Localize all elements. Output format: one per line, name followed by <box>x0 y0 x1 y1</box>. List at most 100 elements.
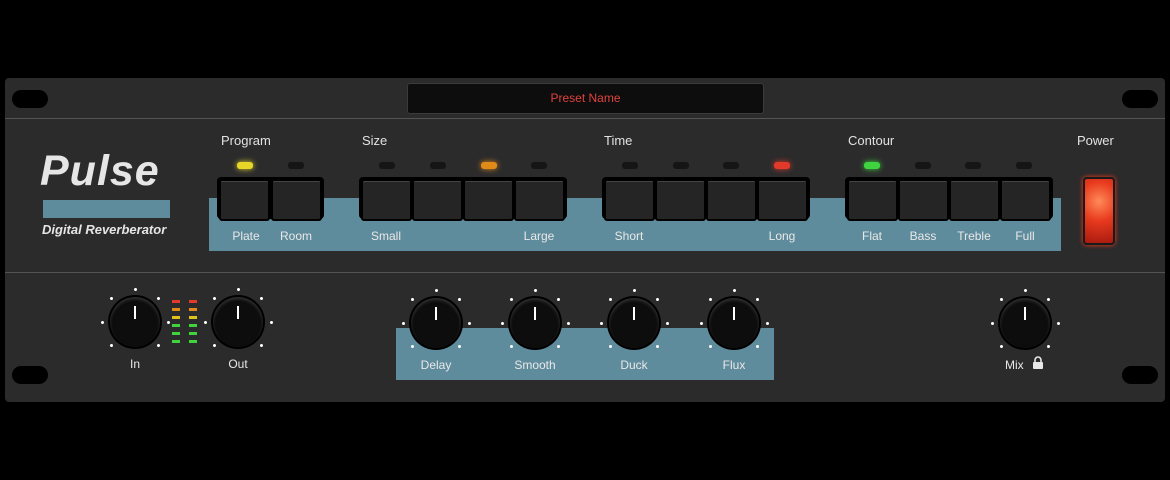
program-room-button[interactable] <box>271 179 322 221</box>
knob-scale-dot <box>500 321 504 325</box>
knob-scale-dot <box>556 344 560 348</box>
knob-scale-dot <box>599 321 603 325</box>
knob-scale-dot <box>100 320 104 324</box>
knob-scale-dot <box>765 321 769 325</box>
rack-slot-top-right <box>1122 90 1158 108</box>
time-button-2[interactable] <box>655 179 706 221</box>
knob-scale-dot <box>457 344 461 348</box>
size-button-3[interactable] <box>463 179 514 221</box>
power-label: Power <box>1077 133 1114 148</box>
knob-scale-dot <box>655 298 659 302</box>
knob-scale-dot <box>990 321 994 325</box>
knob-scale-dot <box>166 320 170 324</box>
knob-scale-dot <box>709 344 713 348</box>
knob-scale-dot <box>732 288 736 292</box>
size-button-1[interactable] <box>361 179 412 221</box>
rack-slot-top-left <box>12 90 48 108</box>
knob-scale-dot <box>755 344 759 348</box>
logo-title: Pulse <box>40 147 160 195</box>
size-led-3 <box>481 162 497 169</box>
rack-slot-bottom-right <box>1122 366 1158 384</box>
size-led-1 <box>379 162 395 169</box>
contour-flat-button[interactable] <box>847 179 898 221</box>
knob-scale-dot <box>133 287 137 291</box>
knob-scale-dot <box>213 343 217 347</box>
program-group-label: Program <box>221 133 271 148</box>
duck-knob[interactable] <box>609 298 659 348</box>
contour-bass-button[interactable] <box>898 179 949 221</box>
knob-scale-dot <box>1046 344 1050 348</box>
knob-scale-dot <box>236 287 240 291</box>
flux-knob-label: Flux <box>722 358 746 372</box>
knob-scale-dot <box>457 298 461 302</box>
contour-bass-led <box>915 162 931 169</box>
time-button-4[interactable] <box>757 179 808 221</box>
knob-scale-dot <box>510 344 514 348</box>
preset-name-display[interactable]: Preset Name <box>407 83 764 114</box>
knob-scale-dot <box>259 297 263 301</box>
knob-scale-dot <box>1056 321 1060 325</box>
out-knob[interactable] <box>213 297 263 347</box>
time-button-1[interactable] <box>604 179 655 221</box>
knob-scale-dot <box>665 321 669 325</box>
knob-scale-dot <box>1000 344 1004 348</box>
flux-knob[interactable] <box>709 298 759 348</box>
knob-scale-dot <box>632 288 636 292</box>
size-led-2 <box>430 162 446 169</box>
rack-slot-bottom-left <box>12 366 48 384</box>
knob-scale-dot <box>556 298 560 302</box>
knob-scale-dot <box>269 320 273 324</box>
knob-scale-dot <box>533 288 537 292</box>
knob-scale-dot <box>566 321 570 325</box>
in-knob[interactable] <box>110 297 160 347</box>
contour-full-button[interactable] <box>1000 179 1051 221</box>
contour-full-label: Full <box>1015 229 1035 243</box>
contour-treble-led <box>965 162 981 169</box>
knob-scale-dot <box>203 320 207 324</box>
knob-scale-dot <box>156 343 160 347</box>
program-room-led <box>288 162 304 169</box>
program-plate-button[interactable] <box>219 179 270 221</box>
time-short-label: Short <box>614 229 644 243</box>
knob-scale-dot <box>110 343 114 347</box>
top-divider <box>5 118 1165 119</box>
knob-scale-dot <box>259 343 263 347</box>
size-large-label: Large <box>523 229 555 243</box>
knob-scale-dot <box>434 288 438 292</box>
knob-scale-dot <box>699 321 703 325</box>
delay-knob-label: Delay <box>420 358 452 372</box>
lock-icon[interactable] <box>1032 356 1044 369</box>
smooth-knob-label: Smooth <box>514 358 556 372</box>
delay-knob[interactable] <box>411 298 461 348</box>
in-knob-label: In <box>129 357 140 371</box>
size-group-label: Size <box>362 133 388 148</box>
program-plate-led <box>237 162 253 169</box>
knob-scale-dot <box>401 321 405 325</box>
middle-divider <box>5 272 1165 273</box>
mix-knob-label: Mix <box>1005 358 1024 372</box>
power-switch[interactable] <box>1083 177 1115 245</box>
duck-knob-label: Duck <box>620 358 648 372</box>
size-small-label: Small <box>370 229 401 243</box>
contour-flat-led <box>864 162 880 169</box>
smooth-knob[interactable] <box>510 298 560 348</box>
size-button-2[interactable] <box>412 179 463 221</box>
time-led-3 <box>723 162 739 169</box>
time-led-2 <box>673 162 689 169</box>
knob-scale-dot <box>755 298 759 302</box>
knob-scale-dot <box>467 321 471 325</box>
time-led-1 <box>622 162 638 169</box>
knob-scale-dot <box>1046 298 1050 302</box>
time-long-label: Long <box>768 229 796 243</box>
knob-scale-dot <box>411 344 415 348</box>
mix-knob[interactable] <box>1000 298 1050 348</box>
knob-scale-dot <box>609 344 613 348</box>
contour-treble-button[interactable] <box>949 179 1000 221</box>
program-room-label: Room <box>279 229 312 243</box>
size-button-4[interactable] <box>514 179 565 221</box>
time-button-3[interactable] <box>706 179 757 221</box>
out-knob-label: Out <box>228 357 248 371</box>
size-led-4 <box>531 162 547 169</box>
knob-scale-dot <box>655 344 659 348</box>
time-group-label: Time <box>604 133 633 148</box>
